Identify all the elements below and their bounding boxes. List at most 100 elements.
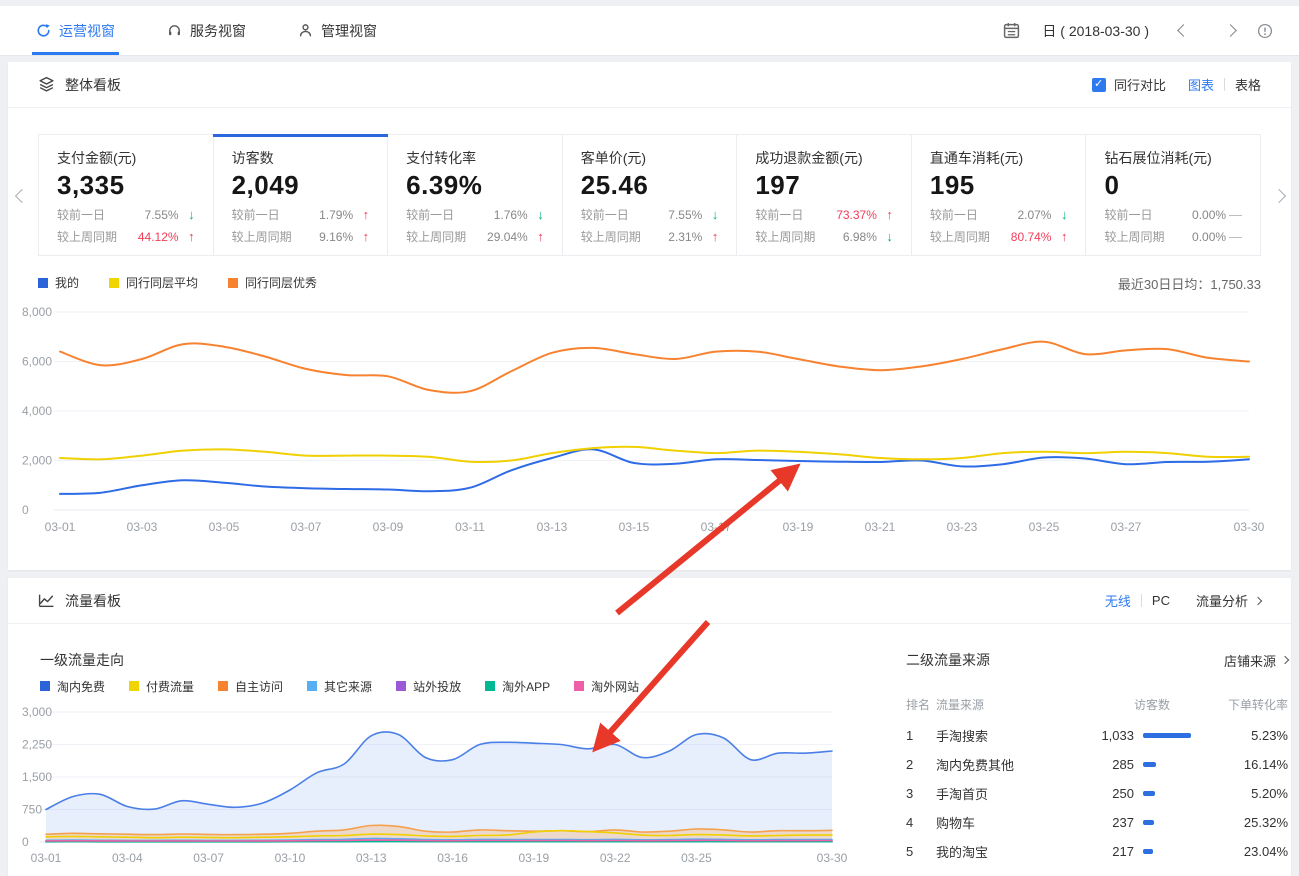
info-icon[interactable] <box>1257 23 1273 39</box>
line-chart-icon <box>38 592 55 609</box>
visitors-bar <box>1143 791 1155 796</box>
source-row-taobao-home[interactable]: 3手淘首页2505.20% <box>906 779 1288 808</box>
visitors-bar <box>1143 733 1191 738</box>
source-row-cart[interactable]: 4购物车23725.32% <box>906 808 1288 837</box>
sources-table-header: 排名 流量来源 访客数 下单转化率 <box>906 696 1288 713</box>
overall-panel-title: 整体看板 <box>65 75 121 95</box>
kpi-card-visitors[interactable]: 访客数 2,049 较前一日1.79% 较上周同期9.16% <box>214 135 389 255</box>
divider <box>1224 78 1225 91</box>
kpi-card-conversion-rate[interactable]: 支付转化率 6.39% 较前一日1.76% 较上周同期29.04% <box>388 135 563 255</box>
calendar-icon[interactable] <box>1003 22 1020 39</box>
svg-text:1,500: 1,500 <box>22 770 52 784</box>
source-row-taobao-free-other[interactable]: 2淘内免费其他28516.14% <box>906 750 1288 779</box>
kpi-cards-row: 支付金额(元) 3,335 较前一日7.55% 较上周同期44.12% 访客数 … <box>38 134 1261 256</box>
trend-arrow-icon <box>179 229 195 244</box>
tab-operation-view[interactable]: 运营视窗 <box>36 6 115 55</box>
svg-text:03-01: 03-01 <box>45 520 76 534</box>
main-chart-legend: 我的 同行同层平均 同行同层优秀 <box>38 274 317 291</box>
tab-management-view[interactable]: 管理视窗 <box>298 6 377 55</box>
svg-text:03-05: 03-05 <box>209 520 240 534</box>
svg-text:03-11: 03-11 <box>455 520 485 534</box>
svg-text:03-10: 03-10 <box>275 851 306 865</box>
secondary-traffic-panel: 二级流量来源 店铺来源 排名 流量来源 访客数 下单转化率 1手淘搜索1,033… <box>906 650 1288 866</box>
primary-traffic-trend-title: 一级流量走向 <box>40 650 124 670</box>
tab-pc[interactable]: PC <box>1152 593 1170 608</box>
view-chart-toggle[interactable]: 图表 <box>1188 75 1214 94</box>
svg-text:03-25: 03-25 <box>1029 520 1060 534</box>
trend-arrow-icon <box>702 229 718 244</box>
trend-arrow-icon <box>528 207 544 222</box>
change-vs-last-week: 较上周同期2.31% <box>581 228 719 245</box>
svg-text:03-17: 03-17 <box>701 520 732 534</box>
source-row-my-taobao[interactable]: 5我的淘宝21723.04% <box>906 837 1288 866</box>
legend-swatch <box>109 278 119 288</box>
kpi-card-ztc-spend[interactable]: 直通车消耗(元) 195 较前一日2.07% 较上周同期80.74% <box>912 135 1087 255</box>
svg-text:03-01: 03-01 <box>31 851 62 865</box>
kpi-card-avg-order-value[interactable]: 客单价(元) 25.46 较前一日7.55% 较上周同期2.31% <box>563 135 738 255</box>
trend-arrow-icon <box>353 207 369 222</box>
cards-scroll-left-button[interactable] <box>17 188 27 206</box>
kpi-card-diamond-spend[interactable]: 钻石展位消耗(元) 0 较前一日0.00% 较上周同期0.00% <box>1086 135 1261 255</box>
svg-text:03-27: 03-27 <box>1111 520 1142 534</box>
legend-swatch <box>228 278 238 288</box>
avg-30day-label: 最近30日日均：1,750.33 <box>1118 274 1261 293</box>
secondary-traffic-title: 二级流量来源 <box>906 650 990 670</box>
kpi-value: 3,335 <box>57 170 195 201</box>
legend-item-mine[interactable]: 我的 <box>38 274 79 291</box>
change-vs-last-week: 较上周同期44.12% <box>57 228 195 245</box>
legend-item-peer-average[interactable]: 同行同层平均 <box>109 274 198 291</box>
visitors-trend-line-chart[interactable]: 02,0004,0006,0008,00003-0103-0303-0503-0… <box>8 300 1291 560</box>
svg-text:8,000: 8,000 <box>22 305 52 319</box>
tab-label: 运营视窗 <box>59 21 115 41</box>
date-prev-button[interactable] <box>1177 24 1190 37</box>
change-vs-prev-day: 较前一日1.79% <box>232 206 370 223</box>
kpi-value: 6.39% <box>406 170 544 201</box>
peer-compare-label[interactable]: 同行对比 <box>1114 75 1166 94</box>
shop-source-link[interactable]: 店铺来源 <box>1224 651 1288 670</box>
svg-text:03-04: 03-04 <box>112 851 143 865</box>
tab-service-view[interactable]: 服务视窗 <box>167 6 246 55</box>
traffic-panel-header: 流量看板 无线 PC 流量分析 <box>8 578 1291 624</box>
svg-text:03-19: 03-19 <box>519 851 550 865</box>
visitors-bar <box>1143 762 1156 767</box>
primary-traffic-area-chart[interactable]: 07501,5002,2503,00003-0103-0403-0703-100… <box>8 690 868 876</box>
svg-text:03-13: 03-13 <box>356 851 387 865</box>
svg-text:4,000: 4,000 <box>22 404 52 418</box>
chevron-right-icon <box>1254 596 1262 604</box>
traffic-analysis-link[interactable]: 流量分析 <box>1196 591 1248 610</box>
svg-text:0: 0 <box>22 835 29 849</box>
view-table-toggle[interactable]: 表格 <box>1235 75 1261 94</box>
person-icon <box>298 23 313 38</box>
kpi-card-refund-amount[interactable]: 成功退款金额(元) 197 较前一日73.37% 较上周同期6.98% <box>737 135 912 255</box>
kpi-title: 访客数 <box>232 148 370 168</box>
date-next-button[interactable] <box>1224 24 1237 37</box>
kpi-title: 成功退款金额(元) <box>755 148 893 168</box>
cards-scroll-right-button[interactable] <box>1274 188 1284 206</box>
change-vs-prev-day: 较前一日7.55% <box>57 206 195 223</box>
date-selector[interactable]: 日 ( 2018-03-30 ) <box>1042 21 1149 41</box>
trend-arrow-icon <box>1051 229 1067 244</box>
tab-wireless[interactable]: 无线 <box>1105 591 1131 610</box>
kpi-title: 钻石展位消耗(元) <box>1104 148 1242 168</box>
kpi-value: 197 <box>755 170 893 201</box>
svg-text:03-15: 03-15 <box>619 520 650 534</box>
trend-arrow-icon <box>1226 229 1242 244</box>
peer-compare-checkbox[interactable] <box>1092 78 1106 92</box>
kpi-title: 支付金额(元) <box>57 148 195 168</box>
tab-label: 服务视窗 <box>190 21 246 41</box>
legend-item-peer-excellent[interactable]: 同行同层优秀 <box>228 274 317 291</box>
svg-text:03-09: 03-09 <box>373 520 404 534</box>
change-vs-prev-day: 较前一日7.55% <box>581 206 719 223</box>
trend-arrow-icon <box>877 229 893 244</box>
trend-arrow-icon <box>353 229 369 244</box>
chevron-right-icon <box>1281 656 1289 664</box>
svg-text:3,000: 3,000 <box>22 705 52 719</box>
trend-arrow-icon <box>528 229 544 244</box>
svg-text:0: 0 <box>22 503 29 517</box>
svg-text:2,250: 2,250 <box>22 738 52 752</box>
kpi-card-payment-amount[interactable]: 支付金额(元) 3,335 较前一日7.55% 较上周同期44.12% <box>39 135 214 255</box>
svg-text:03-30: 03-30 <box>1234 520 1265 534</box>
refresh-icon <box>36 23 51 38</box>
source-row-taobao-search[interactable]: 1手淘搜索1,0335.23% <box>906 721 1288 750</box>
svg-text:03-25: 03-25 <box>681 851 712 865</box>
